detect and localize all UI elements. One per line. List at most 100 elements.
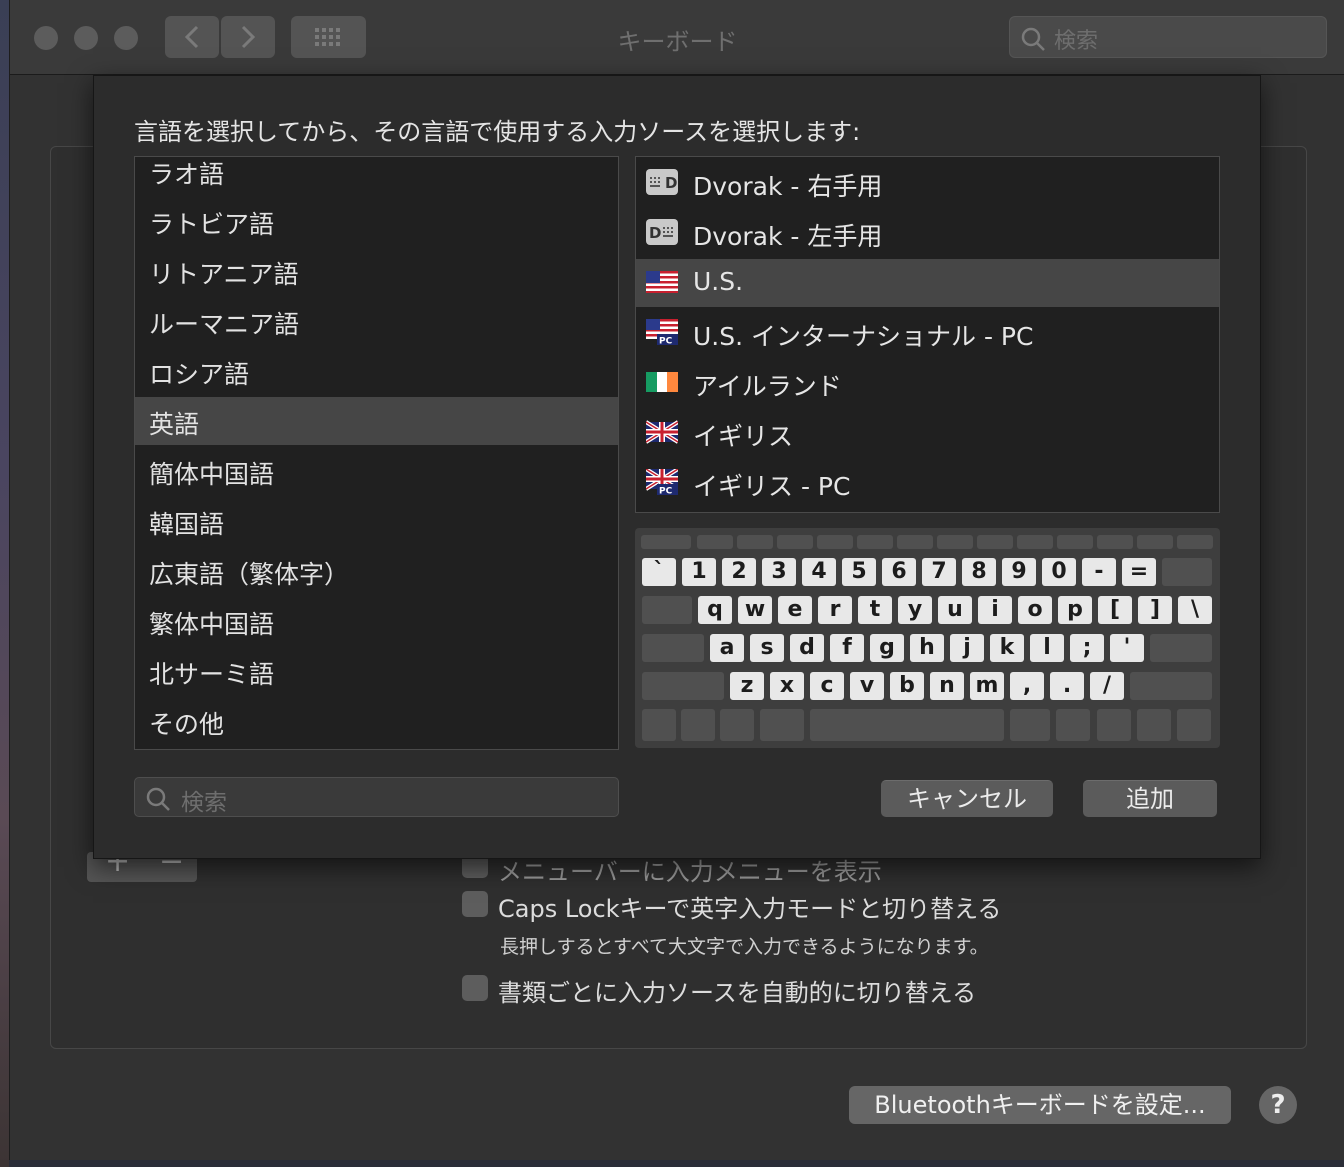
keyboard-key: n	[930, 672, 964, 700]
auto-switch-label: 書類ごとに入力ソースを自動的に切り替える	[498, 979, 977, 1007]
keyboard-blank-key	[1177, 535, 1213, 549]
language-item[interactable]: その他	[135, 697, 618, 745]
uk-flag-icon	[646, 420, 678, 444]
source-item[interactable]: D Dvorak - 左手用	[636, 209, 1219, 257]
help-button[interactable]: ?	[1259, 1086, 1297, 1124]
toolbar-search-placeholder: 検索	[1054, 29, 1099, 54]
language-item[interactable]: 広東語（繁体字）	[135, 547, 618, 595]
keyboard-key: 0	[1042, 558, 1076, 586]
keyboard-blank-key	[642, 709, 676, 741]
keyboard-key: w	[738, 596, 772, 624]
keyboard-key: c	[810, 672, 844, 700]
keyboard-blank-key	[641, 535, 691, 549]
keyboard-blank-key	[1162, 558, 1212, 586]
keyboard-key: e	[778, 596, 812, 624]
language-search-field[interactable]: 検索	[134, 777, 619, 817]
keyboard-blank-key	[1137, 709, 1171, 741]
add-input-source-sheet: 言語を選択してから、その言語で使用する入力ソースを選択します: ラオ語 ラトビア…	[93, 75, 1261, 859]
keyboard-blank-key	[977, 535, 1013, 549]
keyboard-blank-key	[1097, 535, 1133, 549]
keyboard-key: q	[698, 596, 732, 624]
keyboard-key: 3	[762, 558, 796, 586]
keyboard-blank-key	[1130, 672, 1212, 700]
keyboard-key: x	[770, 672, 804, 700]
source-item[interactable]: アイルランド	[636, 359, 1219, 407]
us-pc-flag-icon: PC	[646, 319, 678, 345]
language-item[interactable]: ラオ語	[135, 157, 618, 195]
language-item[interactable]: ルーマニア語	[135, 297, 618, 345]
keyboard-key: p	[1058, 596, 1092, 624]
dvorak-left-icon: D	[646, 219, 678, 245]
keyboard-key: g	[870, 634, 904, 662]
keyboard-blank-key	[681, 709, 715, 741]
language-item[interactable]: 韓国語	[135, 497, 618, 545]
keyboard-key: l	[1030, 634, 1064, 662]
search-icon	[146, 787, 170, 811]
ireland-flag-icon	[646, 372, 678, 392]
keyboard-key: o	[1018, 596, 1052, 624]
keyboard-blank-key	[1177, 709, 1211, 741]
svg-text:D: D	[665, 174, 677, 192]
keyboard-key: t	[858, 596, 892, 624]
keyboard-blank-key	[697, 535, 733, 549]
svg-text:D: D	[649, 224, 661, 242]
toolbar-search-field[interactable]: 検索	[1009, 16, 1327, 58]
language-item-selected[interactable]: 英語	[135, 397, 618, 445]
keyboard-key: u	[938, 596, 972, 624]
keyboard-blank-key	[817, 535, 853, 549]
keyboard-key: [	[1098, 596, 1132, 624]
keyboard-blank-key	[1017, 535, 1053, 549]
language-item[interactable]: ロシア語	[135, 347, 618, 395]
language-item[interactable]: 簡体中国語	[135, 447, 618, 495]
keyboard-key: 6	[882, 558, 916, 586]
keyboard-key: 5	[842, 558, 876, 586]
keyboard-blank-key	[642, 596, 692, 624]
keyboard-key: '	[1110, 634, 1144, 662]
keyboard-blank-key	[642, 634, 704, 662]
source-item-selected[interactable]: U.S.	[636, 259, 1219, 307]
source-item[interactable]: D Dvorak - 右手用	[636, 159, 1219, 207]
source-item[interactable]: PC イギリス - PC	[636, 459, 1219, 507]
language-item[interactable]: 繁体中国語	[135, 597, 618, 645]
dvorak-right-icon: D	[646, 169, 678, 195]
sheet-prompt: 言語を選択してから、その言語で使用する入力ソースを選択します:	[134, 118, 861, 146]
keyboard-key: 4	[802, 558, 836, 586]
capslock-hint: 長押しするとすべて大文字で入力できるようになります。	[500, 936, 989, 958]
keyboard-blank-key	[720, 709, 754, 741]
keyboard-key: k	[990, 634, 1024, 662]
input-source-list[interactable]: D Dvorak - 右手用 D Dvorak - 左手用 U.S. PC U.…	[635, 156, 1220, 513]
keyboard-key: h	[910, 634, 944, 662]
language-item[interactable]: 北サーミ語	[135, 647, 618, 695]
keyboard-blank-key	[1010, 709, 1050, 741]
auto-switch-checkbox[interactable]	[462, 975, 488, 1001]
keyboard-key: s	[750, 634, 784, 662]
keyboard-key: ;	[1070, 634, 1104, 662]
keyboard-key: i	[978, 596, 1012, 624]
setup-bluetooth-keyboard-button[interactable]: Bluetoothキーボードを設定...	[849, 1086, 1231, 1124]
keyboard-blank-key	[1056, 709, 1090, 741]
source-item[interactable]: PC U.S. インターナショナル - PC	[636, 309, 1219, 357]
keyboard-key: y	[898, 596, 932, 624]
source-item[interactable]: イギリス	[636, 409, 1219, 457]
keyboard-blank-key	[1137, 535, 1173, 549]
keyboard-key: b	[890, 672, 924, 700]
language-item[interactable]: ラトビア語	[135, 197, 618, 245]
keyboard-blank-key	[737, 535, 773, 549]
cancel-button[interactable]: キャンセル	[881, 780, 1053, 817]
keyboard-blank-key	[1150, 634, 1212, 662]
desktop-background	[0, 0, 9, 1167]
capslock-checkbox[interactable]	[462, 891, 488, 917]
language-item[interactable]: リトアニア語	[135, 247, 618, 295]
keyboard-key: r	[818, 596, 852, 624]
uk-pc-flag-icon: PC	[646, 469, 678, 495]
add-button[interactable]: 追加	[1083, 780, 1217, 817]
svg-text:PC: PC	[659, 487, 673, 496]
language-list[interactable]: ラオ語 ラトビア語 リトアニア語 ルーマニア語 ロシア語 英語 簡体中国語 韓国…	[134, 156, 619, 750]
title-bar: キーボード 検索	[10, 0, 1344, 75]
keyboard-blank-key	[760, 709, 804, 741]
capslock-label: Caps Lockキーで英字入力モードと切り替える	[498, 895, 1002, 923]
keyboard-key: /	[1090, 672, 1124, 700]
search-icon	[1021, 27, 1045, 51]
keyboard-blank-key	[857, 535, 893, 549]
keyboard-key: 8	[962, 558, 996, 586]
